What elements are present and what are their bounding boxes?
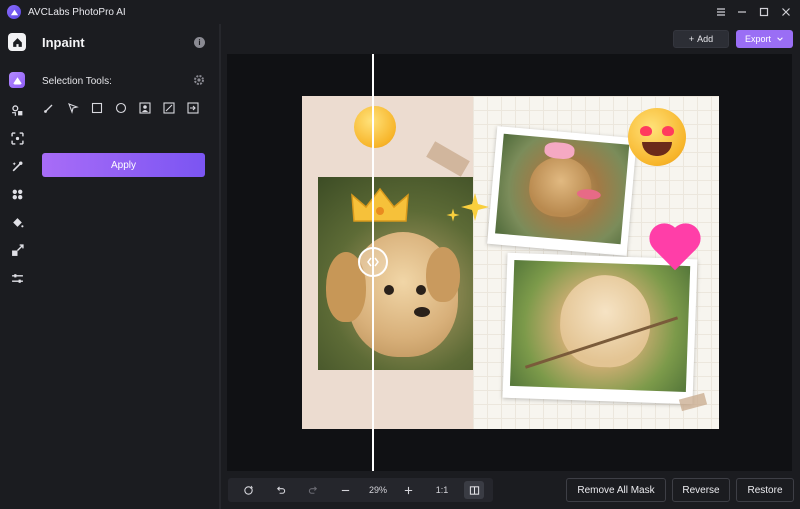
emoji-sticker-left: [354, 106, 396, 148]
background-icon[interactable]: [9, 186, 25, 202]
selection-tools-label: Selection Tools:: [42, 76, 112, 87]
heart-eyes-emoji-sticker: [628, 108, 686, 166]
paint-bucket-icon[interactable]: [9, 214, 25, 230]
plus-icon: +: [688, 34, 695, 44]
star-sticker: [461, 193, 489, 221]
restore-button[interactable]: Restore: [736, 478, 794, 502]
export-button[interactable]: Export: [736, 30, 793, 48]
app-title: AVCLabs PhotoPro AI: [28, 6, 126, 18]
reverse-button[interactable]: Reverse: [672, 478, 730, 502]
chevron-down-icon: [777, 37, 783, 41]
add-button[interactable]: + Add: [673, 30, 729, 48]
export-label: Export: [744, 34, 771, 44]
reset-view-icon[interactable]: [240, 478, 256, 502]
maximize-icon[interactable]: [753, 0, 775, 24]
ellipse-icon[interactable]: [114, 101, 127, 114]
face-enhance-icon[interactable]: [9, 102, 25, 118]
import-mask-icon[interactable]: [186, 101, 199, 114]
icon-rail: [0, 24, 34, 509]
compare-handle[interactable]: [358, 247, 388, 277]
drag-arrows-icon: [367, 257, 379, 267]
compare-view-icon[interactable]: [464, 481, 484, 499]
info-icon[interactable]: i: [194, 37, 205, 48]
add-label: Add: [697, 34, 714, 44]
small-star-sticker: [446, 208, 460, 222]
undo-icon[interactable]: [272, 478, 288, 502]
image-canvas[interactable]: [227, 54, 792, 471]
zoom-out-icon[interactable]: [337, 478, 353, 502]
view-toolbar: 29% 1:1: [228, 478, 493, 502]
gear-icon[interactable]: [193, 74, 205, 86]
crown-sticker: [351, 187, 409, 222]
close-icon[interactable]: [775, 0, 797, 24]
crop-expand-icon[interactable]: [9, 130, 25, 146]
panel-title: Inpaint: [42, 35, 85, 50]
zoom-in-icon[interactable]: [400, 478, 416, 502]
remove-all-mask-button[interactable]: Remove All Mask: [566, 478, 666, 502]
app-logo-icon: [7, 5, 21, 19]
rectangle-icon[interactable]: [90, 101, 103, 114]
photo-frame-bottom: [502, 252, 698, 405]
home-icon[interactable]: [8, 33, 26, 51]
inpaint-icon[interactable]: [9, 72, 25, 88]
smart-select-icon[interactable]: [162, 101, 175, 114]
minimize-icon[interactable]: [731, 0, 753, 24]
resize-icon[interactable]: [9, 242, 25, 258]
title-bar: AVCLabs PhotoPro AI: [0, 0, 800, 24]
zoom-level: 29%: [368, 485, 387, 495]
apply-button[interactable]: Apply: [42, 153, 205, 177]
magic-fill-icon[interactable]: [9, 158, 25, 174]
tool-panel: Inpaint i Selection Tools: Apply: [34, 24, 219, 509]
actual-size-button[interactable]: 1:1: [431, 478, 453, 502]
lasso-icon[interactable]: [66, 101, 79, 114]
brush-icon[interactable]: [42, 101, 55, 114]
adjust-icon[interactable]: [9, 270, 25, 286]
workspace: + Add Export 29% 1:1 Remove All Mask Rev…: [221, 24, 800, 509]
redo-icon[interactable]: [305, 478, 321, 502]
photo-frame-top: [487, 126, 637, 256]
portrait-select-icon[interactable]: [138, 101, 151, 114]
selection-tools: [42, 101, 199, 114]
menu-icon[interactable]: [710, 0, 732, 24]
